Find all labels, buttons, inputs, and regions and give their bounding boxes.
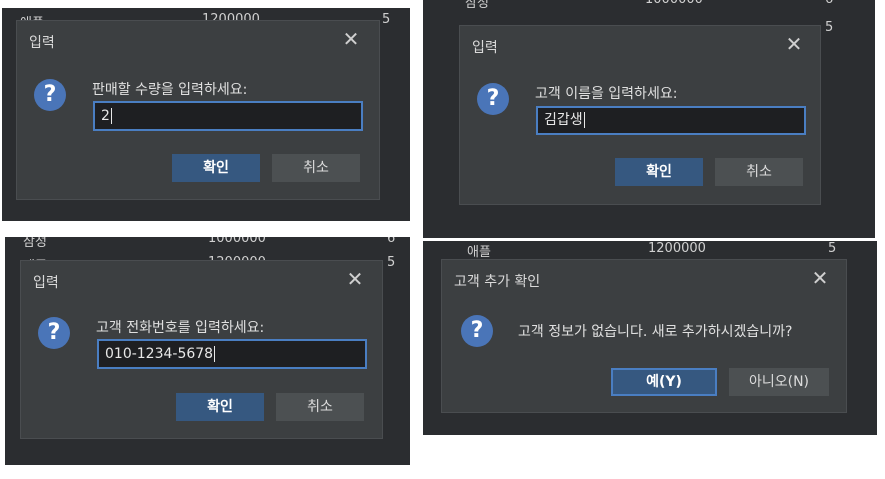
- customer-name-dialog: 입력 ✕ ? 고객 이름을 입력하세요: 김갑생 확인 취소: [459, 25, 821, 205]
- dialog-title: 고객 추가 확인: [454, 274, 541, 290]
- question-icon: ?: [38, 317, 70, 349]
- question-icon: ?: [34, 79, 66, 111]
- screenshot-panel-confirm: 애플 1200000 5 고객 추가 확인 ✕ ? 고객 정보가 없습니다. 새…: [423, 241, 877, 435]
- close-icon[interactable]: ✕: [339, 27, 363, 51]
- bg-product-name: 애플: [467, 245, 491, 260]
- cancel-button[interactable]: 취소: [715, 158, 803, 186]
- dialog-titlebar: 입력 ✕: [17, 21, 379, 61]
- customer-name-input[interactable]: 김갑생: [536, 106, 806, 135]
- close-icon[interactable]: ✕: [808, 266, 832, 290]
- dialog-title: 입력: [29, 35, 55, 51]
- dialog-title: 입력: [472, 40, 498, 56]
- phone-input-value: 010-1234-5678: [105, 346, 214, 362]
- dialog-prompt: 고객 이름을 입력하세요:: [535, 86, 678, 102]
- bg-product-qty: 6: [387, 237, 396, 246]
- ok-button[interactable]: 확인: [172, 154, 260, 182]
- question-icon: ?: [477, 83, 509, 115]
- bg-product-qty: 5: [828, 241, 837, 256]
- quantity-input-dialog: 입력 ✕ ? 판매할 수량을 입력하세요: 2 확인 취소: [16, 20, 380, 200]
- dialog-titlebar: 입력 ✕: [21, 261, 382, 301]
- screenshot-panel-customer-name: 삼성 1000000 6 5 입력 ✕ ? 고객 이름을 입력하세요: 김갑생 …: [423, 0, 875, 238]
- dialog-titlebar: 입력 ✕: [460, 26, 820, 66]
- customer-name-input-value: 김갑생: [544, 112, 583, 128]
- ok-button[interactable]: 확인: [176, 393, 264, 421]
- dialog-titlebar: 고객 추가 확인 ✕: [442, 260, 846, 300]
- bg-product-qty: 5: [382, 12, 391, 27]
- dialog-prompt: 판매할 수량을 입력하세요:: [92, 82, 248, 98]
- screenshot-panel-phone: 삼성 1000000 6 애플 1200000 5 입력 ✕ ? 고객 전화번호…: [5, 237, 410, 465]
- bg-product-price: 1000000: [208, 237, 266, 246]
- bg-product-price: 1000000: [645, 0, 703, 7]
- close-icon[interactable]: ✕: [343, 267, 367, 291]
- no-button[interactable]: 아니오(N): [729, 368, 829, 396]
- quantity-input[interactable]: 2: [93, 101, 363, 131]
- bg-product-qty: 5: [825, 20, 834, 35]
- screenshot-panel-quantity: 애플 1200000 5 입력 ✕ ? 판매할 수량을 입력하세요: 2 확인 …: [2, 8, 410, 221]
- dialog-prompt: 고객 정보가 없습니다. 새로 추가하시겠습니까?: [518, 324, 793, 340]
- quantity-input-value: 2: [101, 108, 110, 124]
- text-caret: [110, 108, 112, 124]
- confirm-add-customer-dialog: 고객 추가 확인 ✕ ? 고객 정보가 없습니다. 새로 추가하시겠습니까? 예…: [441, 259, 847, 413]
- phone-input[interactable]: 010-1234-5678: [97, 339, 367, 369]
- close-icon[interactable]: ✕: [782, 32, 806, 56]
- cancel-button[interactable]: 취소: [276, 393, 364, 421]
- dialog-prompt: 고객 전화번호를 입력하세요:: [96, 320, 265, 336]
- bg-product-qty: 5: [387, 255, 396, 270]
- bg-product-name: 삼성: [23, 237, 47, 250]
- dialog-title: 입력: [33, 275, 59, 291]
- bg-product-price: 1200000: [648, 241, 706, 256]
- cancel-button[interactable]: 취소: [272, 154, 360, 182]
- text-caret: [583, 112, 585, 128]
- text-caret: [214, 346, 216, 362]
- ok-button[interactable]: 확인: [615, 158, 703, 186]
- bg-product-qty: 6: [825, 0, 833, 7]
- bg-product-name: 삼성: [465, 0, 489, 11]
- question-icon: ?: [461, 315, 493, 347]
- yes-button[interactable]: 예(Y): [611, 368, 717, 396]
- phone-input-dialog: 입력 ✕ ? 고객 전화번호를 입력하세요: 010-1234-5678 확인 …: [20, 260, 383, 439]
